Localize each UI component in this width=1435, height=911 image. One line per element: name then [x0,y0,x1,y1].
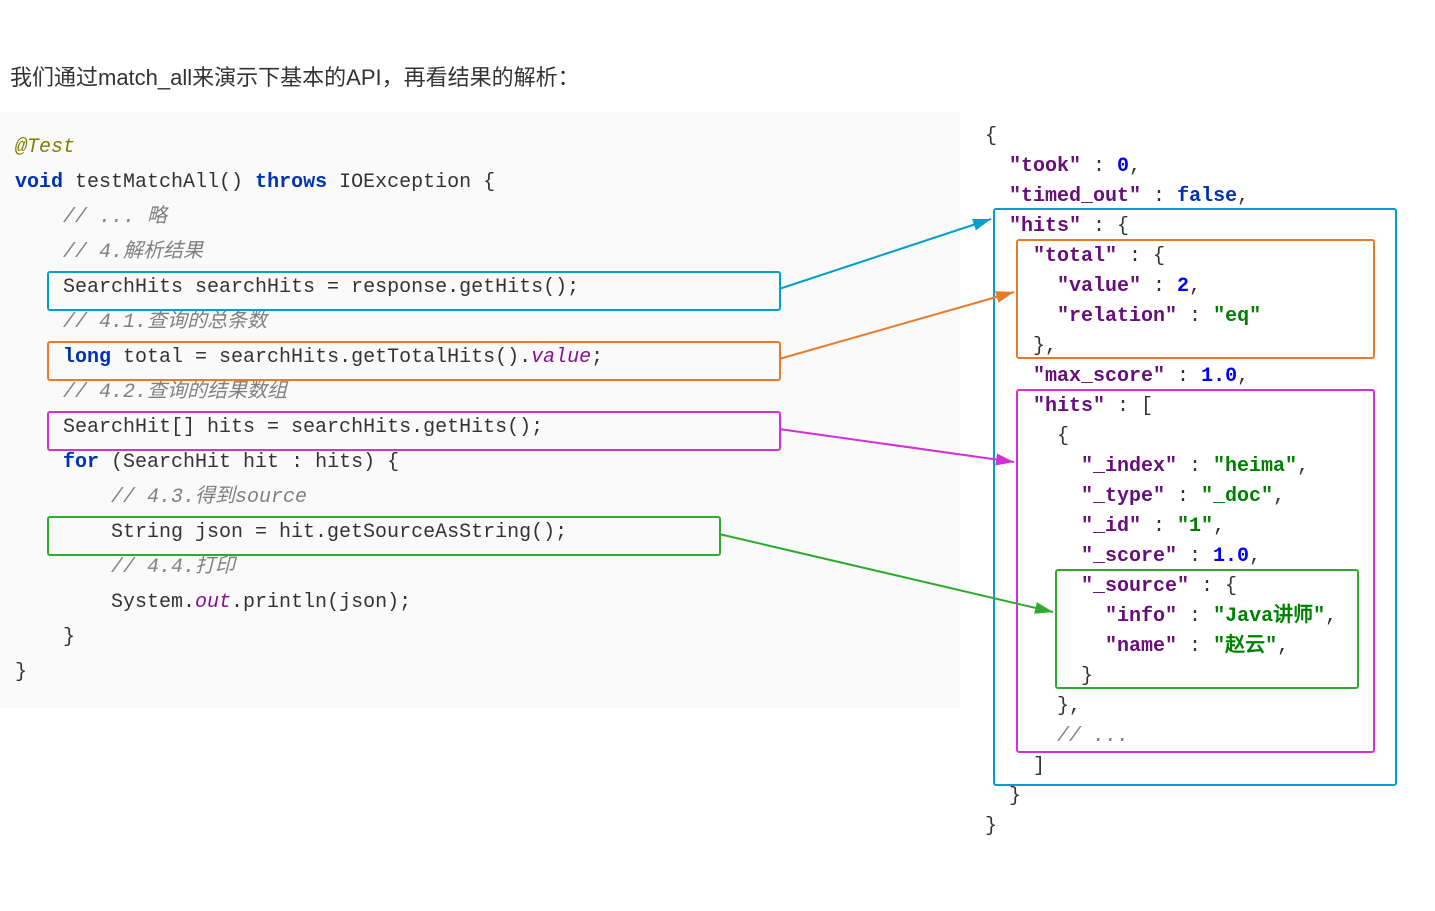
json-maxscore-v: 1.0 [1201,365,1237,388]
json-info-v: "Java讲师" [1213,605,1325,628]
json-name: "name" [1105,635,1177,658]
comment-43: // 4.3.得到source [111,486,307,509]
json-score: "_score" [1081,545,1177,568]
line-json: String json = hit.getSourceAsString(); [111,521,567,544]
exception-type: IOException [339,171,471,194]
annotation-test: @Test [15,136,75,159]
comment-44: // 4.4.打印 [111,556,235,579]
fn-name: testMatchAll() [75,171,243,194]
comment-41: // 4.1.查询的总条数 [63,311,267,334]
json-response-block: { "took" : 0, "timed_out" : false, "hits… [960,112,1405,842]
json-relation-v: "eq" [1213,305,1261,328]
json-total: "total" [1033,245,1117,268]
json-name-v: "赵云" [1213,635,1277,658]
line-print-a: System. [111,591,195,614]
json-relation: "relation" [1057,305,1177,328]
line-hits-array: SearchHit[] hits = searchHits.getHits(); [63,416,543,439]
json-info: "info" [1105,605,1177,628]
line-print-b: .println(json); [231,591,411,614]
json-id-v: "1" [1177,515,1213,538]
json-took-v: 0 [1117,155,1129,178]
json-source: "_source" [1081,575,1189,598]
json-timedout-v: false [1177,185,1237,208]
comment-skip: // ... 略 [63,206,167,229]
kw-long: long [63,346,111,369]
comment-4: // 4.解析结果 [63,241,203,264]
field-value: value [531,346,591,369]
java-code-block: @Test void testMatchAll() throws IOExcep… [0,112,960,708]
kw-throws: throws [255,171,327,194]
intro-heading: 我们通过match_all来演示下基本的API，再看结果的解析： [0,0,1435,112]
field-out: out [195,591,231,614]
json-index-v: "heima" [1213,455,1297,478]
line-total-a: total = searchHits.getTotalHits(). [111,346,531,369]
json-value: "value" [1057,275,1141,298]
json-timedout: "timed_out" [1009,185,1141,208]
java-code: @Test void testMatchAll() throws IOExcep… [0,130,960,690]
json-score-v: 1.0 [1213,545,1249,568]
json-type-v: "_doc" [1201,485,1273,508]
json-type: "_type" [1081,485,1165,508]
json-took: "took" [1009,155,1081,178]
line-for-rest: (SearchHit hit : hits) { [99,451,399,474]
json-maxscore: "max_score" [1033,365,1165,388]
diagram-layout: @Test void testMatchAll() throws IOExcep… [0,112,1435,842]
json-value-v: 2 [1177,275,1189,298]
json-id: "_id" [1081,515,1141,538]
json-hits: "hits" [1009,215,1081,238]
json-ellipsis: // ... [1057,725,1129,748]
comment-42: // 4.2.查询的结果数组 [63,381,287,404]
json-hits-inner: "hits" [1033,395,1105,418]
json-index: "_index" [1081,455,1177,478]
kw-void: void [15,171,63,194]
kw-for: for [63,451,99,474]
line-gethits: SearchHits searchHits = response.getHits… [63,276,579,299]
